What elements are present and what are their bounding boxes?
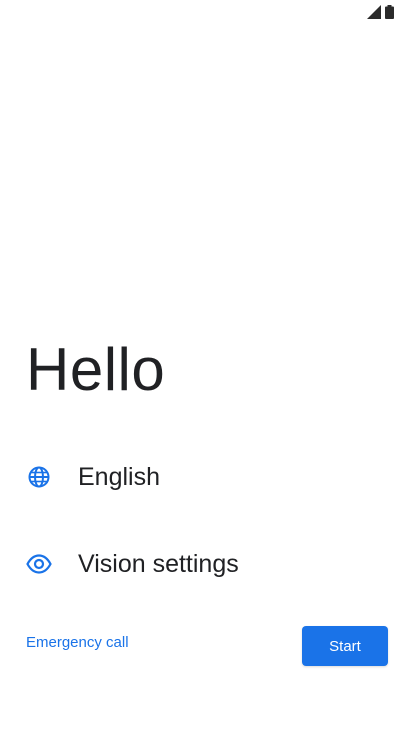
welcome-title: Hello: [26, 336, 166, 403]
status-bar: [0, 0, 414, 24]
vision-settings-option[interactable]: Vision settings: [26, 540, 396, 588]
status-icons: [367, 5, 394, 19]
language-label: English: [78, 462, 160, 491]
signal-icon: [367, 5, 381, 19]
eye-icon: [26, 551, 52, 577]
battery-icon: [385, 5, 394, 19]
emergency-call-link[interactable]: Emergency call: [26, 634, 129, 651]
vision-settings-label: Vision settings: [78, 549, 239, 578]
start-button[interactable]: Start: [302, 626, 388, 666]
globe-icon: [26, 464, 52, 490]
language-option[interactable]: English: [26, 453, 396, 501]
